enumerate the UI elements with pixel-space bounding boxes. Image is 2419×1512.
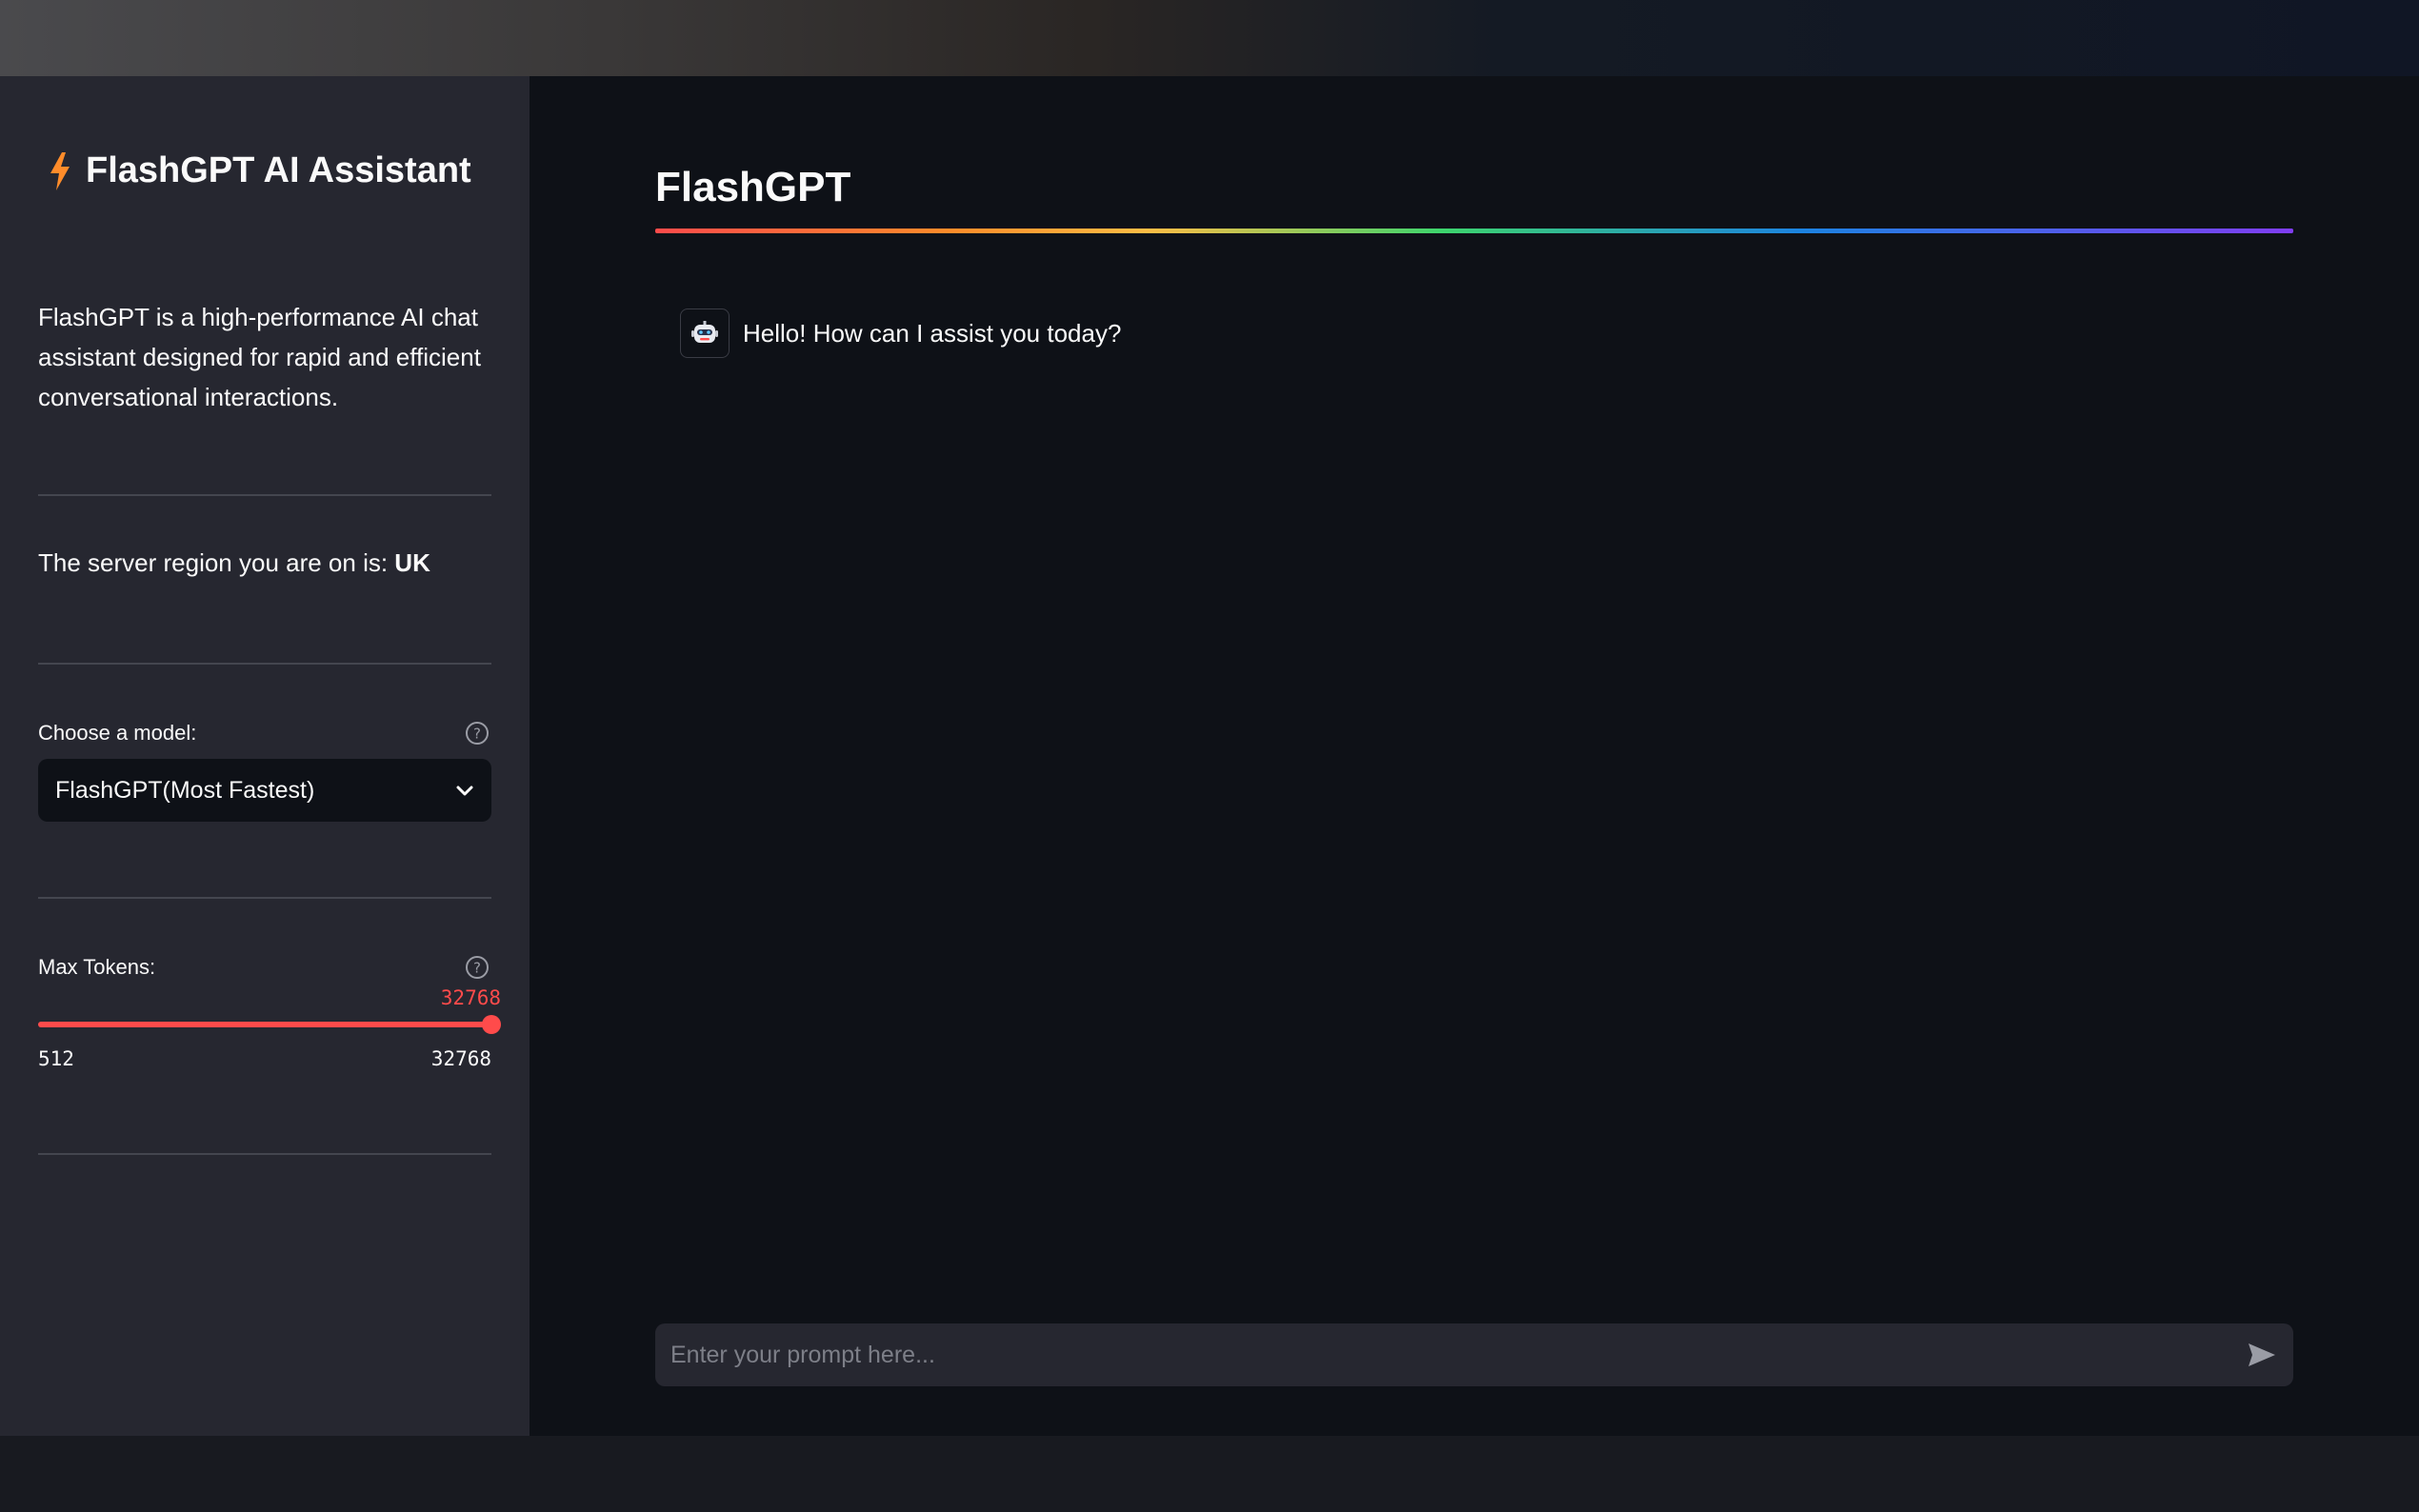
app-description: FlashGPT is a high-performance AI chat a… [38, 303, 481, 411]
slider-min-label: 512 [38, 1047, 74, 1070]
sidebar-divider [38, 494, 491, 496]
page-title: FlashGPT [655, 164, 851, 210]
top-bar [0, 0, 2419, 76]
server-region-label: The server region you are on is: [38, 548, 395, 577]
max-tokens-slider[interactable] [38, 1015, 501, 1034]
chat-message: Hello! How can I assist you today? [680, 308, 1121, 358]
server-region-text: The server region you are on is: UK [38, 548, 430, 578]
help-icon[interactable]: ? [465, 955, 490, 980]
main-panel [530, 76, 2419, 1436]
sidebar-divider [38, 897, 491, 899]
slider-fill [38, 1022, 491, 1027]
max-tokens-label: Max Tokens: [38, 955, 156, 979]
sidebar-divider [38, 663, 491, 665]
help-icon[interactable]: ? [465, 721, 490, 746]
slider-max-label: 32768 [430, 1047, 491, 1070]
chat-input-container [655, 1323, 2293, 1386]
robot-icon [680, 308, 730, 358]
model-select-value: FlashGPT(Most Fastest) [55, 776, 315, 804]
title-divider [655, 229, 2293, 233]
model-select-label: Choose a model: [38, 721, 197, 745]
chat-message-text: Hello! How can I assist you today? [743, 318, 1122, 348]
chevron-down-icon [455, 777, 474, 805]
bottom-bar [0, 1436, 2419, 1512]
server-region-value: UK [394, 548, 430, 577]
sidebar [0, 76, 530, 1436]
sidebar-title-text: FlashGPT AI Assistant [86, 150, 471, 190]
max-tokens-current-value: 32768 [440, 986, 501, 1009]
lightning-icon [48, 151, 72, 190]
svg-text:?: ? [473, 960, 481, 977]
send-icon[interactable] [2246, 1340, 2278, 1370]
sidebar-title: FlashGPT AI Assistant [48, 150, 471, 191]
sidebar-divider [38, 1153, 491, 1155]
prompt-input[interactable] [669, 1340, 2227, 1370]
slider-thumb[interactable] [482, 1015, 501, 1034]
model-select[interactable]: FlashGPT(Most Fastest) [38, 759, 491, 822]
svg-text:?: ? [473, 726, 481, 743]
